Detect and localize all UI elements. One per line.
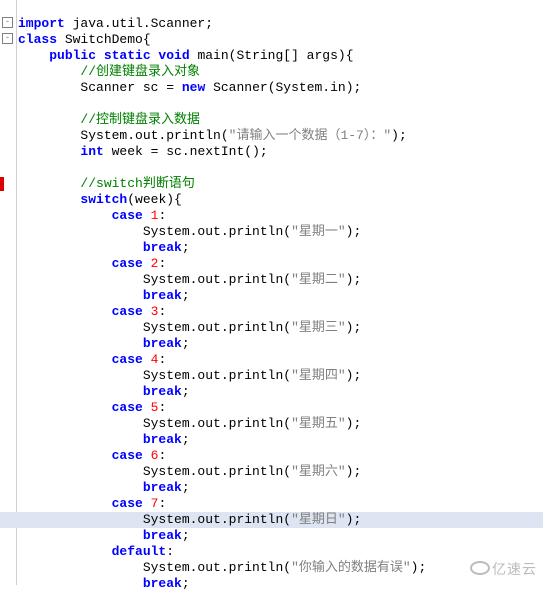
- line: //创建键盘录入对象: [18, 64, 200, 79]
- line: System.out.println("你输入的数据有误");: [18, 560, 426, 575]
- line: [18, 160, 26, 175]
- watermark-logo-icon: [470, 561, 490, 575]
- line: case 1:: [18, 208, 166, 223]
- line: public static void main(String[] args){: [18, 48, 354, 63]
- line: [18, 96, 26, 111]
- line: default:: [18, 544, 174, 559]
- error-marker-icon: [0, 177, 4, 191]
- line: case 6:: [18, 448, 166, 463]
- line: class SwitchDemo{: [18, 32, 151, 47]
- line: Scanner sc = new Scanner(System.in);: [18, 80, 361, 95]
- line: break;: [18, 336, 190, 351]
- fold-method-icon[interactable]: -: [2, 33, 13, 44]
- line: System.out.println("请输入一个数据（1-7）：");: [18, 128, 407, 143]
- line: break;: [18, 432, 190, 447]
- code-area: import java.util.Scanner; class SwitchDe…: [18, 0, 543, 592]
- line: case 5:: [18, 400, 166, 415]
- highlighted-line: System.out.println("星期日");: [0, 512, 543, 528]
- line: //控制键盘录入数据: [18, 112, 200, 127]
- line: System.out.println("星期六");: [18, 464, 361, 479]
- line: System.out.println("星期四");: [18, 368, 361, 383]
- line: case 7:: [18, 496, 166, 511]
- line: break;: [18, 480, 190, 495]
- watermark: 亿速云: [470, 559, 537, 579]
- line: break;: [18, 288, 190, 303]
- line: System.out.println("星期二");: [18, 272, 361, 287]
- watermark-text: 亿速云: [492, 561, 537, 577]
- line: break;: [18, 528, 190, 543]
- line: System.out.println("星期三");: [18, 320, 361, 335]
- line: import java.util.Scanner;: [18, 16, 213, 31]
- fold-gutter: - -: [0, 0, 17, 585]
- line: //switch判断语句: [18, 176, 195, 191]
- line: case 2:: [18, 256, 166, 271]
- line: switch(week){: [18, 192, 182, 207]
- line: break;: [18, 240, 190, 255]
- line: break;: [18, 384, 190, 399]
- line: break;: [18, 576, 190, 591]
- line: System.out.println("星期五");: [18, 416, 361, 431]
- line: case 4:: [18, 352, 166, 367]
- line: System.out.println("星期一");: [18, 224, 361, 239]
- fold-class-icon[interactable]: -: [2, 17, 13, 28]
- line: case 3:: [18, 304, 166, 319]
- line: int week = sc.nextInt();: [18, 144, 268, 159]
